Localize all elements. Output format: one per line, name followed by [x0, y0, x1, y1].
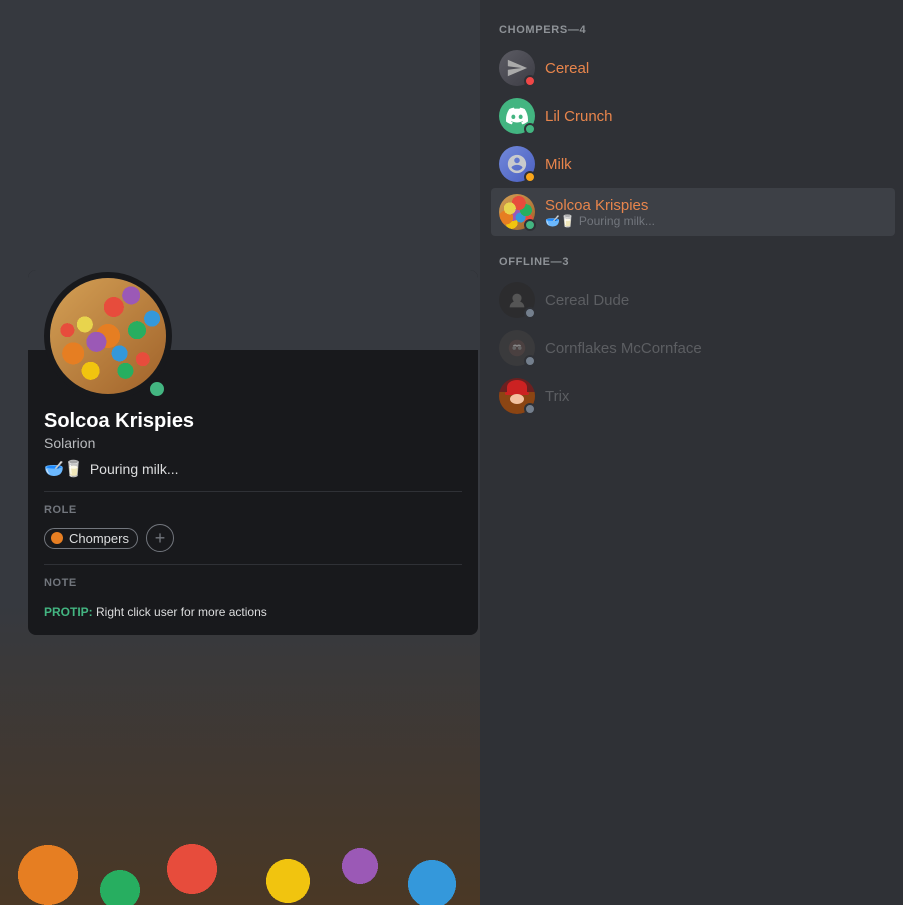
member-name-milk: Milk: [545, 156, 887, 173]
cereal-bowl-art: [50, 278, 166, 394]
member-item-milk[interactable]: Milk: [491, 140, 895, 188]
status-text: Pouring milk...: [90, 461, 179, 477]
member-avatar-solcoa: [499, 194, 535, 230]
cereal-avatar-icon: [506, 57, 528, 79]
offline-section-header: OFFLINE—3: [491, 248, 895, 272]
status-emojis: 🥣🥛: [44, 459, 84, 479]
protip-label: PROTIP:: [44, 605, 93, 619]
member-info-trix: Trix: [545, 388, 887, 405]
role-color-dot: [51, 532, 63, 544]
cereal-dude-status-offline: [524, 307, 536, 319]
subtext-emojis: 🥣🥛: [545, 214, 575, 228]
member-item-cereal[interactable]: Cereal: [491, 44, 895, 92]
member-info-cereal: Cereal: [545, 60, 887, 77]
divider-2: [44, 564, 462, 565]
discord-logo-icon: [506, 105, 528, 127]
dragon-icon: [506, 337, 528, 359]
member-list-panel: CHOMPERS—4 Cereal Li: [483, 0, 903, 905]
member-name-cereal: Cereal: [545, 60, 887, 77]
member-info-milk: Milk: [545, 156, 887, 173]
member-name-cornflakes: Cornflakes McCornface: [545, 340, 887, 357]
role-row: Chompers +: [44, 524, 462, 552]
role-section-label: ROLE: [44, 504, 462, 516]
member-avatar-cereal: [499, 50, 535, 86]
member-item-lil-crunch[interactable]: Lil Crunch: [491, 92, 895, 140]
member-name-cereal-dude: Cereal Dude: [545, 292, 887, 309]
member-item-trix[interactable]: Trix: [491, 372, 895, 420]
solcoa-status-online: [524, 219, 536, 231]
member-name-trix: Trix: [545, 388, 887, 405]
avatar-wrapper: [44, 272, 172, 400]
cereal-status-dnd: [524, 75, 536, 87]
chompers-section-header: CHOMPERS—4: [491, 16, 895, 40]
add-role-button[interactable]: +: [146, 524, 174, 552]
food-items-decoration: [0, 605, 480, 905]
protip-row: PROTIP: Right click user for more action…: [44, 605, 462, 619]
online-status-dot: [146, 378, 168, 400]
note-section-label: NOTE: [44, 577, 462, 589]
profile-status: 🥣🥛 Pouring milk...: [44, 459, 462, 479]
profile-card: Solcoa Krispies Solarion 🥣🥛 Pouring milk…: [28, 270, 478, 635]
member-avatar-lil-crunch: [499, 98, 535, 134]
protip-text: Right click user for more actions: [96, 605, 267, 619]
role-badge-chompers[interactable]: Chompers: [44, 528, 138, 549]
lil-crunch-status-online: [524, 123, 536, 135]
cornflakes-status-offline: [524, 355, 536, 367]
member-avatar-milk: [499, 146, 535, 182]
member-info-cornflakes: Cornflakes McCornface: [545, 340, 887, 357]
food-decoration: [0, 605, 480, 905]
member-item-cornflakes[interactable]: Cornflakes McCornface: [491, 324, 895, 372]
member-name-lil-crunch: Lil Crunch: [545, 108, 887, 125]
cereal-dude-icon: [506, 289, 528, 311]
wolf-avatar-icon: [506, 153, 528, 175]
member-info-lil-crunch: Lil Crunch: [545, 108, 887, 125]
member-item-cereal-dude[interactable]: Cereal Dude: [491, 276, 895, 324]
member-info-solcoa: Solcoa Krispies 🥣🥛 Pouring milk...: [545, 197, 887, 228]
member-avatar-cornflakes: [499, 330, 535, 366]
divider: [44, 491, 462, 492]
subtext-text: Pouring milk...: [579, 214, 655, 228]
member-subtext-solcoa: 🥣🥛 Pouring milk...: [545, 214, 887, 228]
profile-username: Solcoa Krispies: [44, 410, 462, 433]
milk-status-idle: [524, 171, 536, 183]
trix-status-offline: [524, 403, 536, 415]
member-item-solcoa[interactable]: Solcoa Krispies 🥣🥛 Pouring milk...: [491, 188, 895, 236]
profile-card-header: [28, 270, 478, 350]
member-info-cereal-dude: Cereal Dude: [545, 292, 887, 309]
role-name: Chompers: [69, 531, 129, 546]
member-avatar-trix: [499, 378, 535, 414]
profile-server: Solarion: [44, 435, 462, 451]
member-avatar-cereal-dude: [499, 282, 535, 318]
member-name-solcoa: Solcoa Krispies: [545, 197, 887, 214]
